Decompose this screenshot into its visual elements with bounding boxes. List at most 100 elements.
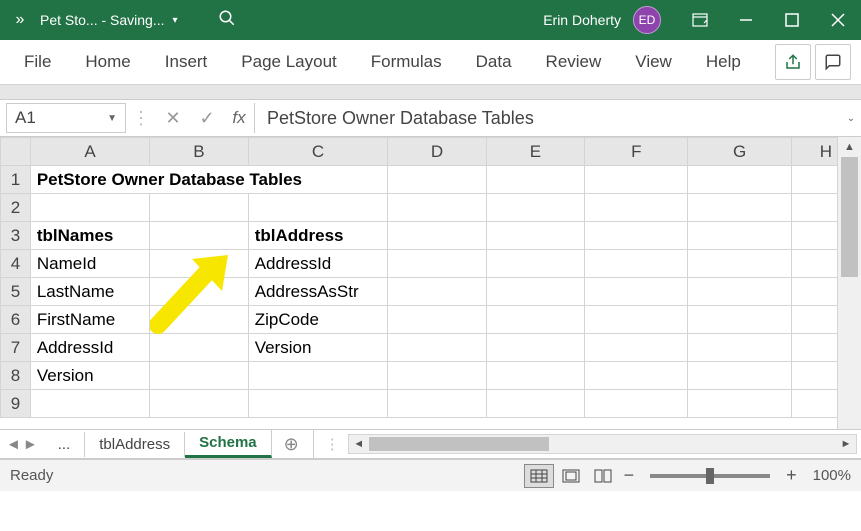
cell[interactable] bbox=[585, 278, 688, 306]
cell[interactable] bbox=[486, 250, 584, 278]
search-icon[interactable] bbox=[218, 9, 236, 32]
sheet-tab-tbladdress[interactable]: tblAddress bbox=[85, 432, 185, 457]
tab-home[interactable]: Home bbox=[71, 44, 144, 80]
cell[interactable] bbox=[150, 334, 248, 362]
zoom-in-button[interactable]: + bbox=[780, 465, 803, 486]
tab-insert[interactable]: Insert bbox=[151, 44, 222, 80]
scroll-right-icon[interactable]: ► bbox=[836, 438, 856, 450]
cell[interactable] bbox=[585, 306, 688, 334]
cell[interactable] bbox=[150, 362, 248, 390]
cell[interactable] bbox=[585, 166, 688, 194]
cell[interactable] bbox=[688, 362, 791, 390]
cell[interactable] bbox=[486, 222, 584, 250]
cell[interactable] bbox=[30, 390, 149, 418]
cell[interactable] bbox=[585, 362, 688, 390]
cell[interactable] bbox=[388, 306, 486, 334]
cell[interactable] bbox=[388, 222, 486, 250]
cell[interactable] bbox=[388, 166, 486, 194]
fx-label[interactable]: fx bbox=[224, 108, 254, 128]
cell[interactable] bbox=[248, 362, 388, 390]
scroll-up-icon[interactable]: ▲ bbox=[838, 137, 861, 157]
quick-access-more[interactable]: » bbox=[0, 11, 40, 29]
cell[interactable] bbox=[150, 306, 248, 334]
cell[interactable] bbox=[388, 278, 486, 306]
cell[interactable] bbox=[486, 334, 584, 362]
cell[interactable] bbox=[486, 194, 584, 222]
vertical-scrollbar[interactable]: ▲ bbox=[837, 137, 861, 429]
sheet-prev-icon[interactable]: ◄ bbox=[6, 436, 21, 453]
row-header[interactable]: 7 bbox=[1, 334, 31, 362]
cell[interactable]: AddressId bbox=[30, 334, 149, 362]
share-button[interactable] bbox=[775, 44, 811, 80]
maximize-button[interactable] bbox=[769, 0, 815, 40]
sheet-tab-schema[interactable]: Schema bbox=[185, 430, 272, 458]
cell[interactable] bbox=[150, 278, 248, 306]
formula-input[interactable]: PetStore Owner Database Tables bbox=[254, 103, 841, 133]
col-header-A[interactable]: A bbox=[30, 138, 149, 166]
cell[interactable] bbox=[388, 334, 486, 362]
cell[interactable] bbox=[585, 222, 688, 250]
ribbon-display-options[interactable] bbox=[677, 0, 723, 40]
col-header-E[interactable]: E bbox=[486, 138, 584, 166]
cell[interactable] bbox=[486, 390, 584, 418]
cell[interactable] bbox=[248, 390, 388, 418]
cell[interactable] bbox=[30, 194, 149, 222]
scroll-thumb[interactable] bbox=[841, 157, 858, 277]
tab-formulas[interactable]: Formulas bbox=[357, 44, 456, 80]
cell[interactable]: Version bbox=[248, 334, 388, 362]
scroll-thumb[interactable] bbox=[369, 437, 549, 451]
cell[interactable] bbox=[585, 334, 688, 362]
cell[interactable] bbox=[150, 222, 248, 250]
zoom-slider[interactable] bbox=[650, 474, 770, 478]
cell[interactable] bbox=[150, 390, 248, 418]
cell[interactable] bbox=[150, 194, 248, 222]
zoom-out-button[interactable]: − bbox=[618, 465, 641, 486]
name-box[interactable]: A1 ▼ bbox=[6, 103, 126, 133]
col-header-C[interactable]: C bbox=[248, 138, 388, 166]
pane-separator[interactable]: ⋮ bbox=[321, 435, 344, 453]
name-box-dropdown-icon[interactable]: ▼ bbox=[107, 113, 117, 124]
cell[interactable] bbox=[388, 362, 486, 390]
cell[interactable]: Version bbox=[30, 362, 149, 390]
row-header[interactable]: 5 bbox=[1, 278, 31, 306]
minimize-button[interactable] bbox=[723, 0, 769, 40]
sheet-ellipsis[interactable]: ... bbox=[44, 432, 86, 457]
cell[interactable]: tblAddress bbox=[248, 222, 388, 250]
tab-view[interactable]: View bbox=[621, 44, 686, 80]
zoom-percent[interactable]: 100% bbox=[813, 467, 851, 484]
row-header[interactable]: 6 bbox=[1, 306, 31, 334]
col-header-F[interactable]: F bbox=[585, 138, 688, 166]
row-header[interactable]: 4 bbox=[1, 250, 31, 278]
cell[interactable]: NameId bbox=[30, 250, 149, 278]
view-normal-button[interactable] bbox=[524, 464, 554, 488]
tab-file[interactable]: File bbox=[10, 44, 65, 80]
scroll-left-icon[interactable]: ◄ bbox=[349, 438, 369, 450]
cell[interactable]: FirstName bbox=[30, 306, 149, 334]
cell[interactable] bbox=[688, 194, 791, 222]
user-name[interactable]: Erin Doherty bbox=[543, 12, 621, 28]
close-button[interactable] bbox=[815, 0, 861, 40]
cell[interactable] bbox=[388, 250, 486, 278]
cell[interactable]: AddressAsStr bbox=[248, 278, 388, 306]
col-header-G[interactable]: G bbox=[688, 138, 791, 166]
spreadsheet-grid[interactable]: A B C D E F G H 1PetStore Owner Database… bbox=[0, 137, 861, 429]
view-page-break-button[interactable] bbox=[588, 464, 618, 488]
cell[interactable]: ZipCode bbox=[248, 306, 388, 334]
cell[interactable] bbox=[688, 166, 791, 194]
horizontal-scrollbar[interactable]: ◄ ► bbox=[348, 434, 857, 454]
tab-data[interactable]: Data bbox=[462, 44, 526, 80]
sheet-next-icon[interactable]: ► bbox=[23, 436, 38, 453]
cell[interactable] bbox=[388, 390, 486, 418]
col-header-D[interactable]: D bbox=[388, 138, 486, 166]
view-page-layout-button[interactable] bbox=[556, 464, 586, 488]
row-header[interactable]: 1 bbox=[1, 166, 31, 194]
cell[interactable]: LastName bbox=[30, 278, 149, 306]
cell[interactable] bbox=[150, 250, 248, 278]
cell[interactable] bbox=[388, 194, 486, 222]
row-header[interactable]: 2 bbox=[1, 194, 31, 222]
cell[interactable] bbox=[486, 166, 584, 194]
row-header[interactable]: 8 bbox=[1, 362, 31, 390]
enter-button[interactable]: ✓ bbox=[190, 108, 224, 129]
tab-help[interactable]: Help bbox=[692, 44, 755, 80]
cell[interactable] bbox=[688, 250, 791, 278]
